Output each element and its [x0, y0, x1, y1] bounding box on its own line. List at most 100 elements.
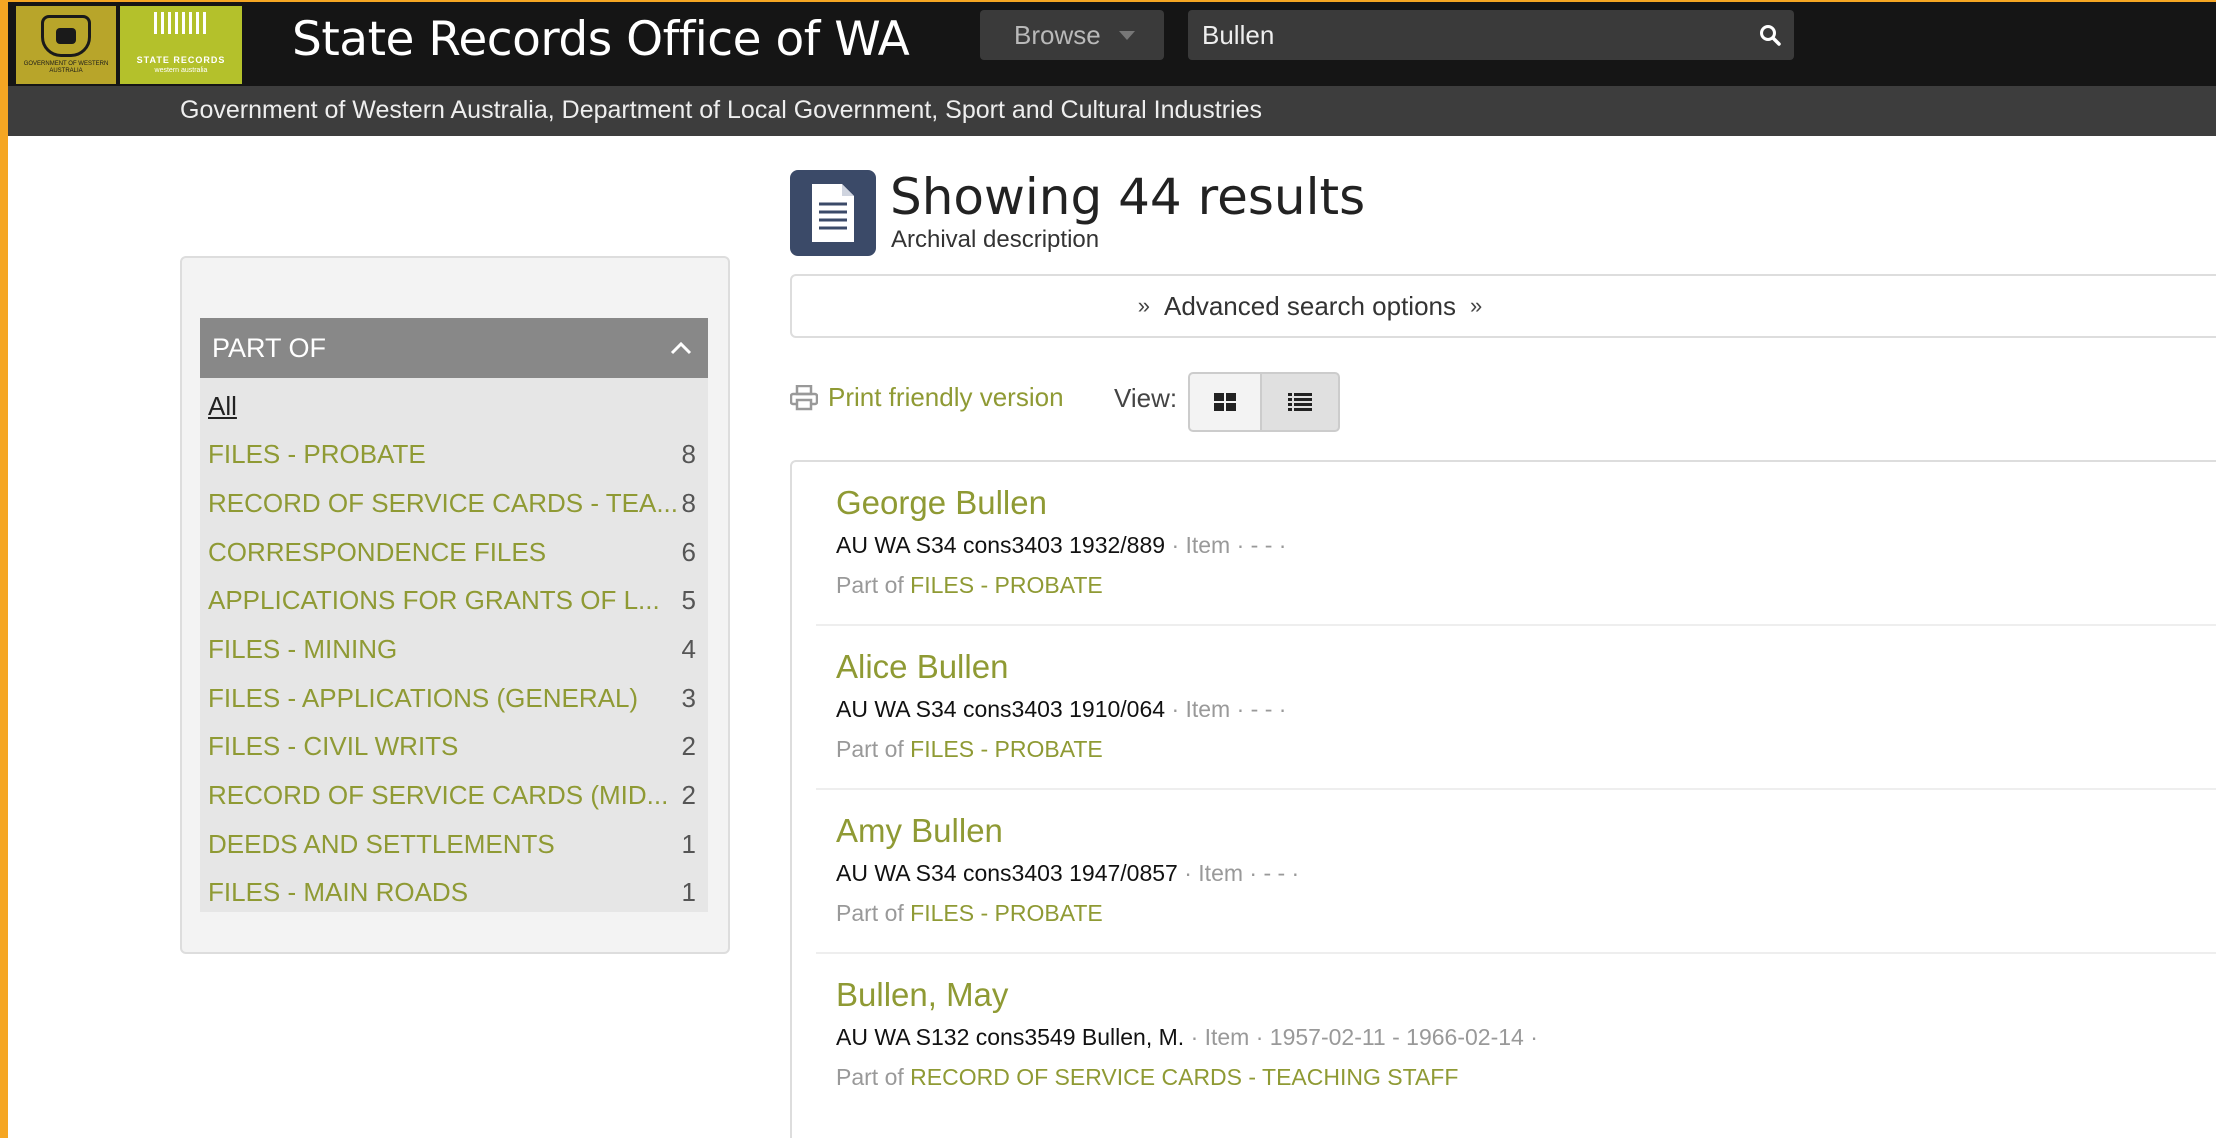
print-icon — [790, 384, 818, 410]
department-banner: Government of Western Australia, Departm… — [8, 86, 2216, 136]
chevron-up-icon — [670, 341, 692, 355]
gov-logo-text: GOVERNMENT OF WESTERN AUSTRALIA — [23, 61, 109, 74]
results-count-heading: Showing 44 results — [890, 168, 1366, 226]
result-title-link[interactable]: Alice Bullen — [836, 648, 1008, 686]
grid-icon — [1214, 393, 1236, 411]
result-reference: AU WA S34 cons3403 1932/889 · Item · - -… — [836, 532, 1286, 559]
facet-item-label: RECORD OF SERVICE CARDS - TEA... — [208, 487, 679, 518]
facet-title: PART OF — [212, 332, 327, 363]
sro-logo-subtext: western australia — [154, 67, 208, 74]
facet-item-count: 8 — [681, 438, 696, 469]
facet-item-count: 2 — [681, 779, 696, 810]
result-reference: AU WA S34 cons3403 1910/064 · Item · - -… — [836, 696, 1286, 723]
browse-label: Browse — [1014, 19, 1101, 50]
list-icon — [1288, 393, 1312, 411]
facet-item[interactable]: RECORD OF SERVICE CARDS - TEA... 8 — [208, 479, 700, 527]
facet-item[interactable]: FILES - MINING 4 — [208, 625, 700, 673]
double-chevron-down-icon: » — [1137, 293, 1151, 318]
barcode-icon — [154, 12, 210, 34]
site-title[interactable]: State Records Office of WA — [292, 12, 910, 67]
result-title-link[interactable]: Bullen, May — [836, 976, 1008, 1014]
part-of-link[interactable]: FILES - PROBATE — [910, 736, 1103, 762]
government-crest-logo[interactable]: GOVERNMENT OF WESTERN AUSTRALIA — [16, 6, 116, 84]
facet-item-label: FILES - APPLICATIONS (GENERAL) — [208, 682, 639, 713]
facet-item-label: FILES - CIVIL WRITS — [208, 730, 459, 761]
part-of-prefix: Part of — [836, 736, 904, 762]
facet-item-count: 1 — [681, 876, 696, 907]
result-title-link[interactable]: George Bullen — [836, 484, 1047, 522]
result-meta: · Item · - - · — [1171, 696, 1287, 722]
reference-code: AU WA S132 cons3549 Bullen, M. — [836, 1024, 1185, 1050]
facet-item[interactable]: FILES - PROBATE 8 — [208, 430, 700, 478]
result-part-of: Part of FILES - PROBATE — [836, 900, 1103, 927]
result-item: George Bullen AU WA S34 cons3403 1932/88… — [816, 462, 2216, 626]
facet-item-count: 8 — [681, 487, 696, 518]
facet-item-label: CORRESPONDENCE FILES — [208, 536, 547, 567]
facet-item[interactable]: RECORD OF SERVICE CARDS (MID... 2 — [208, 771, 700, 819]
result-meta: · Item · 1957-02-11 - 1966-02-14 · — [1190, 1024, 1538, 1050]
facet-item-label: FILES - PROBATE — [208, 438, 426, 469]
search-icon — [1760, 25, 1781, 46]
result-item: Amy Bullen AU WA S34 cons3403 1947/0857 … — [816, 790, 2216, 954]
part-of-link[interactable]: FILES - PROBATE — [910, 900, 1103, 926]
facet-item-count: 4 — [681, 633, 696, 664]
window-border-left — [0, 0, 8, 1138]
result-part-of: Part of FILES - PROBATE — [836, 572, 1103, 599]
table-view-button[interactable] — [1260, 372, 1340, 432]
chevron-down-icon — [1118, 30, 1135, 40]
facet-item-count: 6 — [681, 536, 696, 567]
view-label: View: — [1114, 383, 1178, 413]
facet-item[interactable]: FILES - CIVIL WRITS 2 — [208, 722, 700, 770]
result-meta: · Item · - - · — [1184, 860, 1300, 886]
result-part-of: Part of RECORD OF SERVICE CARDS - TEACHI… — [836, 1064, 1458, 1091]
facet-toggle-part-of[interactable]: PART OF — [200, 318, 708, 378]
facet-item-count: 2 — [681, 730, 696, 761]
results-subtitle: Archival description — [891, 226, 1100, 253]
card-view-button[interactable] — [1188, 372, 1262, 432]
crest-icon — [41, 15, 91, 57]
part-of-prefix: Part of — [836, 900, 904, 926]
reference-code: AU WA S34 cons3403 1932/889 — [836, 532, 1166, 558]
archival-description-icon — [790, 170, 876, 256]
facet-item[interactable]: FILES - MAIN ROADS 1 — [208, 868, 700, 916]
facet-item[interactable]: CORRESPONDENCE FILES 6 — [208, 528, 700, 576]
advanced-search-toggle[interactable]: » Advanced search options » — [790, 274, 2216, 338]
facet-item-label: RECORD OF SERVICE CARDS (MID... — [208, 779, 669, 810]
result-part-of: Part of FILES - PROBATE — [836, 736, 1103, 763]
print-label: Print friendly version — [828, 382, 1064, 412]
part-of-prefix: Part of — [836, 572, 904, 598]
part-of-link[interactable]: FILES - PROBATE — [910, 572, 1103, 598]
result-item: Alice Bullen AU WA S34 cons3403 1910/064… — [816, 626, 2216, 790]
sro-logo-text: STATE RECORDS — [136, 55, 226, 65]
result-reference: AU WA S34 cons3403 1947/0857 · Item · - … — [836, 860, 1299, 887]
facet-item-label: DEEDS AND SETTLEMENTS — [208, 828, 555, 859]
double-chevron-down-icon: » — [1469, 293, 1483, 318]
facet-item-all[interactable]: All — [208, 382, 700, 430]
result-reference: AU WA S132 cons3549 Bullen, M. · Item · … — [836, 1024, 1538, 1051]
advanced-search-label: Advanced search options — [1164, 290, 1456, 321]
search-button[interactable] — [1746, 10, 1794, 60]
facet-item-count: 3 — [681, 682, 696, 713]
facet-item-label: FILES - MINING — [208, 633, 398, 664]
department-text: Government of Western Australia, Departm… — [180, 96, 1263, 124]
facet-item[interactable]: APPLICATIONS FOR GRANTS OF L... 5 — [208, 576, 700, 624]
part-of-prefix: Part of — [836, 1064, 904, 1090]
facet-item-label: FILES - MAIN ROADS — [208, 876, 469, 907]
facet-item-count: 1 — [681, 828, 696, 859]
facet-list: All FILES - PROBATE 8 RECORD OF SERVICE … — [200, 378, 708, 912]
print-friendly-link[interactable]: Print friendly version — [790, 382, 1064, 413]
facet-item-label: APPLICATIONS FOR GRANTS OF L... — [208, 584, 660, 615]
search-input[interactable] — [1188, 10, 1746, 60]
state-records-logo[interactable]: STATE RECORDS western australia — [120, 6, 242, 84]
result-item: Bullen, May AU WA S132 cons3549 Bullen, … — [816, 954, 2216, 1134]
facet-item-label: All — [208, 390, 237, 421]
browse-menu-button[interactable]: Browse — [980, 10, 1164, 60]
result-meta: · Item · - - · — [1171, 532, 1287, 558]
facet-item[interactable]: FILES - APPLICATIONS (GENERAL) 3 — [208, 674, 700, 722]
reference-code: AU WA S34 cons3403 1910/064 — [836, 696, 1166, 722]
result-title-link[interactable]: Amy Bullen — [836, 812, 1003, 850]
facet-item[interactable]: DEEDS AND SETTLEMENTS 1 — [208, 820, 700, 868]
reference-code: AU WA S34 cons3403 1947/0857 — [836, 860, 1178, 886]
facet-item-count: 5 — [681, 584, 696, 615]
part-of-link[interactable]: RECORD OF SERVICE CARDS - TEACHING STAFF — [910, 1064, 1458, 1090]
